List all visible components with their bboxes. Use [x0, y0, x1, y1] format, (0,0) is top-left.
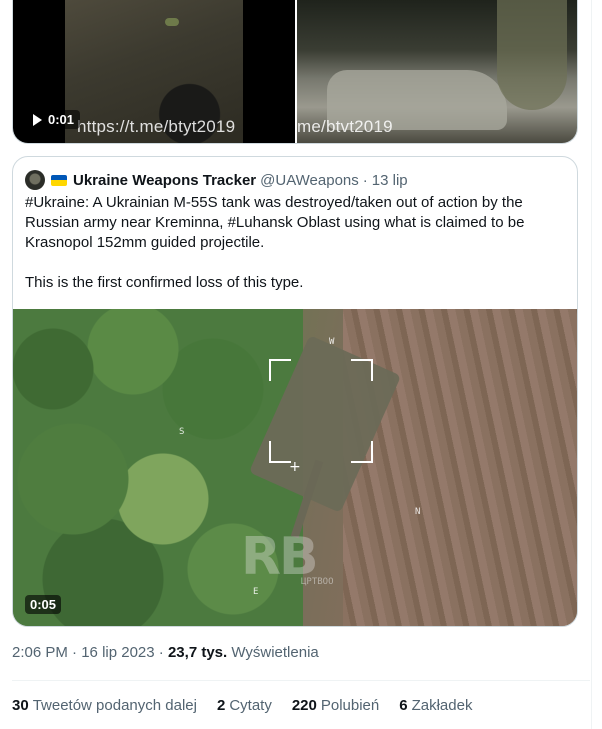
- play-icon[interactable]: [33, 113, 42, 126]
- watermark-text: https://t.me/btyt2019: [77, 117, 236, 136]
- tweet-date[interactable]: 13 lip: [372, 172, 408, 189]
- stat-bookmarks[interactable]: 6 Zakładek: [399, 697, 472, 714]
- stat-count: 30: [12, 697, 29, 714]
- video-duration: 0:01: [48, 112, 75, 127]
- stat-label: Cytaty: [229, 697, 272, 714]
- reticle-corner: [269, 441, 291, 463]
- tweet-full-date[interactable]: 16 lip 2023: [81, 644, 154, 661]
- avatar[interactable]: [25, 170, 45, 190]
- image-thumbnail-right[interactable]: me/btvt2019: [297, 0, 577, 143]
- tweet-time[interactable]: 2:06 PM: [12, 644, 68, 661]
- video-dirt-road: [343, 309, 577, 626]
- quoted-tweet-card[interactable]: Ukraine Weapons Tracker @UAWeapons · 13 …: [12, 156, 578, 627]
- stat-quotes[interactable]: 2 Cytaty: [217, 697, 272, 714]
- video-duration-badge[interactable]: 0:01: [27, 110, 81, 129]
- stat-likes[interactable]: 220 Polubień: [292, 697, 379, 714]
- stat-count: 6: [399, 697, 408, 714]
- compass-label: S: [179, 427, 185, 437]
- video-duration-badge[interactable]: 0:05: [25, 595, 62, 614]
- tweet-paragraph: #Ukraine: A Ukrainian M-55S tank was des…: [25, 194, 525, 251]
- compass-label: N: [415, 507, 421, 517]
- tweet-meta: 2:06 PM · 16 lip 2023 · 23,7 tys. Wyświe…: [12, 644, 319, 661]
- author-name[interactable]: Ukraine Weapons Tracker: [73, 172, 256, 189]
- quoted-tweet-text: #Ukraine: A Ukrainian M-55S tank was des…: [25, 193, 565, 293]
- separator: ·: [72, 644, 78, 661]
- quoted-tweet-header: Ukraine Weapons Tracker @UAWeapons · 13 …: [25, 169, 408, 191]
- views-count: 23,7 tys.: [167, 644, 228, 661]
- previous-tweet-media[interactable]: https://t.me/btyt2019 0:01 me/btvt2019: [12, 0, 578, 144]
- divider: [12, 680, 590, 681]
- stat-label: Zakładek: [411, 697, 473, 714]
- compass-label: E: [253, 587, 259, 597]
- stat-retweets[interactable]: 30 Tweetów podanych dalej: [12, 697, 197, 714]
- stat-label: Polubień: [320, 697, 380, 714]
- image-detail: [497, 0, 567, 110]
- author-handle[interactable]: @UAWeapons: [260, 172, 359, 189]
- ukraine-flag-icon: [51, 174, 67, 186]
- reticle-corner: [269, 359, 291, 381]
- separator: ·: [158, 644, 164, 661]
- compass-label: W: [329, 337, 335, 347]
- stat-count: 220: [291, 697, 317, 714]
- video-thumbnail-left[interactable]: https://t.me/btyt2019 0:01: [13, 0, 295, 143]
- stat-label: Tweetów podanych dalej: [32, 697, 197, 714]
- reticle-corner: [351, 441, 373, 463]
- rb-watermark-subtitle: ЦРТВОО: [301, 577, 334, 587]
- tweet-paragraph: This is the first confirmed loss of this…: [25, 274, 304, 291]
- watermark-text: me/btvt2019: [297, 117, 393, 136]
- crosshair-icon: +: [289, 459, 301, 475]
- timeline-border: [591, 0, 592, 729]
- reticle-corner: [351, 359, 373, 381]
- separator: ·: [362, 171, 368, 189]
- stat-count: 2: [216, 697, 226, 714]
- quoted-tweet-video[interactable]: + W S N E RB ЦРТВОО 0:05: [13, 309, 577, 626]
- engagement-stats: 30 Tweetów podanych dalej 2 Cytaty 220 Polu…: [12, 697, 472, 714]
- views-label: Wyświetlenia: [231, 644, 319, 661]
